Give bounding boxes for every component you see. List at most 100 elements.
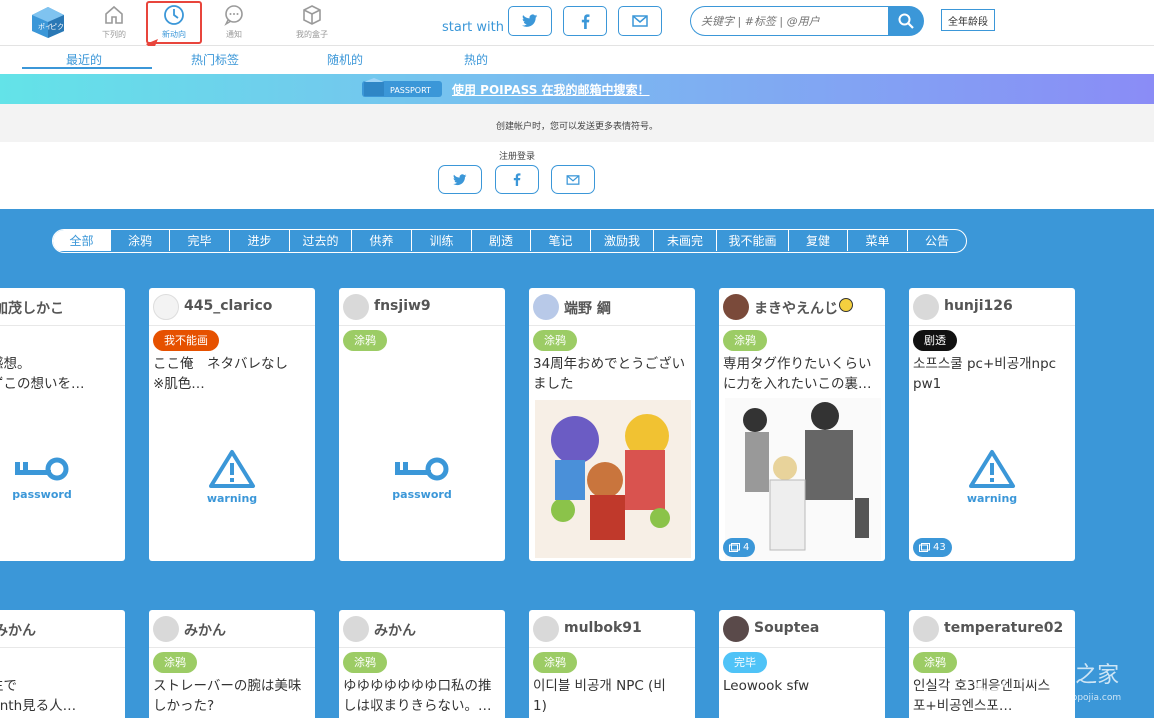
nav-notifications[interactable]: 通知 — [204, 4, 264, 44]
search-bar — [690, 6, 924, 36]
post-card[interactable]: hunji126 剧透 소프스쿨 pc+비공개npc pw1 warning 4… — [909, 288, 1075, 561]
facebook-icon — [581, 13, 589, 29]
category-finished[interactable]: 完毕 — [170, 230, 230, 251]
twitter-login-button[interactable] — [438, 165, 482, 194]
search-input[interactable] — [690, 6, 890, 36]
category-all[interactable]: 全部 — [53, 230, 111, 251]
avatar[interactable] — [533, 294, 559, 320]
card-header: 加茂しかこ — [0, 288, 125, 326]
avatar[interactable] — [533, 616, 559, 642]
avatar[interactable] — [153, 294, 179, 320]
active-tab-underline — [22, 67, 152, 69]
image-count-badge[interactable]: 4 — [723, 538, 756, 557]
poipass-search-link[interactable]: 使用 POIPASS 在我的邮箱中搜索！ — [452, 81, 650, 98]
twitter-icon — [522, 14, 538, 27]
card-header: みかん — [0, 610, 125, 648]
category-notes[interactable]: 笔记 — [531, 230, 591, 251]
facebook-login-button[interactable] — [495, 165, 539, 194]
card-header: Souptea — [719, 610, 885, 648]
password-label: password — [392, 488, 451, 501]
username[interactable]: みかん — [374, 620, 416, 640]
username[interactable]: fnsjiw9 — [374, 298, 431, 314]
password-icon: password — [12, 457, 72, 501]
category-badge[interactable]: 涂鸦 — [153, 652, 197, 673]
avatar[interactable] — [723, 616, 749, 642]
facebook-share-button[interactable] — [563, 6, 607, 36]
category-offering[interactable]: 供养 — [352, 230, 412, 251]
post-text: 小学生で kymonth見る人… — [0, 678, 77, 714]
avatar[interactable] — [913, 294, 939, 320]
category-spoiler[interactable]: 剧透 — [472, 230, 531, 251]
category-badge[interactable]: 涂鸦 — [343, 652, 387, 673]
image-count: 4 — [743, 542, 750, 553]
nav-label: 通知 — [226, 30, 242, 39]
username[interactable]: みかん — [0, 620, 36, 640]
category-unfinished[interactable]: 未画完 — [654, 230, 717, 251]
username[interactable]: mulbok91 — [564, 620, 642, 636]
avatar[interactable] — [343, 294, 369, 320]
content-feed: 全部 涂鸦 完毕 进步 过去的 供养 训练 剧透 笔记 激励我 未画完 我不能画… — [0, 209, 1154, 718]
passport-badge-icon: PASSPORT — [362, 78, 442, 97]
username[interactable]: temperature02 — [944, 620, 1063, 636]
tab-recent[interactable]: 最近的 — [66, 51, 102, 68]
username[interactable]: 445_clarico — [184, 298, 272, 314]
post-card[interactable]: Souptea 完毕 Leowook sfw — [719, 610, 885, 718]
category-practice[interactable]: 训练 — [412, 230, 472, 251]
category-past[interactable]: 过去的 — [290, 230, 352, 251]
username[interactable]: みかん — [184, 620, 226, 640]
username[interactable]: 加茂しかこ — [0, 298, 64, 318]
oppojia-watermark: OPPO之家 www.oppojia.com — [971, 655, 1121, 703]
category-menu[interactable]: 菜单 — [848, 230, 908, 251]
tab-popular-tags[interactable]: 热门标签 — [191, 51, 239, 68]
post-card[interactable]: みかん 涂鸦 ストレーバーの腕は美味 しかった? — [149, 610, 315, 718]
category-announcement[interactable]: 公告 — [908, 230, 966, 251]
start-with-label: start with — [442, 20, 504, 35]
age-filter-button[interactable]: 全年龄段 — [941, 9, 995, 31]
post-text: 専用タグ作りたいくらい に力を入れたいこの裏… — [723, 356, 872, 392]
username[interactable]: まきやえんじ — [754, 298, 838, 318]
poipiku-logo-icon[interactable]: ポイ ピク — [30, 5, 66, 39]
mail-icon — [566, 174, 580, 185]
category-filter-bar: 全部 涂鸦 完毕 进步 过去的 供养 训练 剧透 笔记 激励我 未画完 我不能画… — [52, 229, 967, 253]
post-card[interactable]: 加茂しかこ の話感想。 あえずこの想いを… password — [0, 288, 125, 561]
username[interactable]: Souptea — [754, 620, 819, 636]
username[interactable]: 端野 綱 — [564, 298, 611, 318]
post-text: ストレーバーの腕は美味 しかった? — [153, 678, 302, 714]
tab-hot[interactable]: 热的 — [464, 51, 488, 68]
post-card[interactable]: fnsjiw9 涂鸦 password — [339, 288, 505, 561]
username[interactable]: hunji126 — [944, 298, 1013, 314]
category-badge[interactable]: 剧透 — [913, 330, 957, 351]
category-rehab[interactable]: 复健 — [789, 230, 848, 251]
category-doodle[interactable]: 涂鸦 — [111, 230, 170, 251]
post-card[interactable]: 端野 綱 涂鸦 34周年おめでとうござい ました — [529, 288, 695, 561]
avatar[interactable] — [723, 294, 749, 320]
post-card[interactable]: みかん 涂鸦 ゆゆゆゆゆゆゆ口私の推 しは収まりきらない。… — [339, 610, 505, 718]
artwork-thumbnail[interactable] — [535, 400, 691, 558]
avatar[interactable] — [153, 616, 179, 642]
category-badge[interactable]: 涂鸦 — [723, 330, 767, 351]
nav-my-box[interactable]: 我的盒子 — [282, 4, 342, 44]
category-badge[interactable]: 涂鸦 — [533, 330, 577, 351]
post-card[interactable]: みかん 小学生で kymonth見る人… — [0, 610, 125, 718]
post-card[interactable]: まきやえんじ 涂鸦 専用タグ作りたいくらい に力を入れたいこの裏… 4 — [719, 288, 885, 561]
tab-random[interactable]: 随机的 — [327, 51, 363, 68]
avatar[interactable] — [343, 616, 369, 642]
category-badge[interactable]: 涂鸦 — [533, 652, 577, 673]
avatar[interactable] — [913, 616, 939, 642]
category-badge[interactable]: 完毕 — [723, 652, 767, 673]
email-login-button[interactable] — [551, 165, 595, 194]
category-badge[interactable]: 涂鸦 — [913, 652, 957, 673]
category-cannot-draw[interactable]: 我不能画 — [717, 230, 789, 251]
email-share-button[interactable] — [618, 6, 662, 36]
category-progress[interactable]: 进步 — [230, 230, 290, 251]
artwork-thumbnail[interactable] — [725, 398, 881, 560]
post-card[interactable]: mulbok91 涂鸦 이디블 비공개 NPC (비 1) — [529, 610, 695, 718]
category-motivate-me[interactable]: 激励我 — [591, 230, 654, 251]
images-icon — [729, 543, 740, 552]
category-badge[interactable]: 涂鸦 — [343, 330, 387, 351]
search-button[interactable] — [888, 6, 924, 36]
image-count-badge[interactable]: 43 — [913, 538, 952, 557]
twitter-share-button[interactable] — [508, 6, 552, 36]
category-badge[interactable]: 我不能画 — [153, 330, 219, 351]
post-card[interactable]: 445_clarico 我不能画 ここ俺 ネタバレなし ※肌色… warning — [149, 288, 315, 561]
